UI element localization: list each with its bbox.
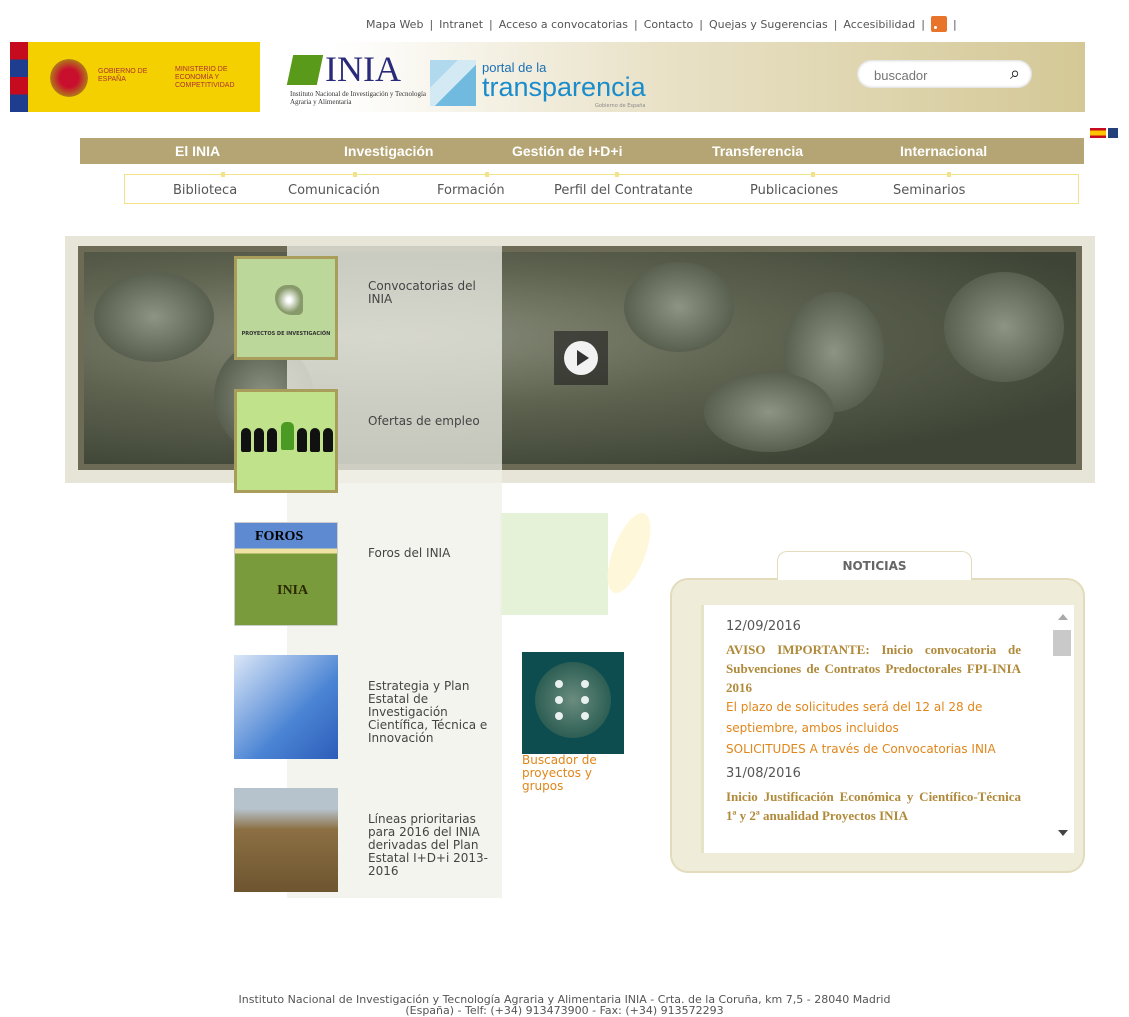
portal-gob-text: Gobierno de España xyxy=(595,103,646,109)
background-logo-watermark xyxy=(500,513,608,615)
inia-leaf-icon[interactable] xyxy=(286,55,324,85)
nav-investigacion[interactable]: Investigación xyxy=(344,138,433,164)
person-icon xyxy=(310,428,320,452)
subnav-perfil-contratante[interactable]: Perfil del Contratante xyxy=(554,183,693,198)
convocatorias-thumbnail[interactable]: PROYECTOS DE INVESTIGACIÓN xyxy=(234,256,338,360)
inia-caption: INIA xyxy=(277,583,309,598)
lineas-thumbnail[interactable] xyxy=(234,788,338,892)
news-body-link[interactable]: SOLICITUDES A través de Convocatorias IN… xyxy=(726,739,1026,760)
coat-of-arms-icon xyxy=(48,55,90,101)
play-button[interactable] xyxy=(554,331,608,385)
tile-convocatorias-link[interactable]: Convocatorias del INIA xyxy=(368,280,493,306)
spanish-flag-icon[interactable] xyxy=(1090,128,1106,138)
transparencia-logo-icon[interactable] xyxy=(430,60,476,106)
background-leaf-watermark xyxy=(599,513,659,593)
rss-icon[interactable] xyxy=(930,16,947,32)
subnav-biblioteca[interactable]: Biblioteca xyxy=(173,183,237,198)
subnav-seminarios[interactable]: Seminarios xyxy=(893,183,965,198)
link-quejas[interactable]: Quejas y Sugerencias xyxy=(703,18,834,31)
search-input[interactable] xyxy=(872,64,996,86)
eu-flag-icon xyxy=(10,42,28,112)
gobierno-text: GOBIERNO DE ESPAÑA xyxy=(98,68,148,83)
foros-caption: FOROS xyxy=(255,529,304,544)
sub-nav: Biblioteca Comunicación Formación Perfil… xyxy=(124,172,1079,204)
inia-title[interactable]: INIA xyxy=(325,48,401,90)
link-accesibilidad[interactable]: Accesibilidad xyxy=(837,18,921,31)
scroll-down-icon[interactable] xyxy=(1058,830,1068,836)
english-flag-icon[interactable] xyxy=(1108,128,1118,138)
top-links-bar: Mapa Web | Intranet | Acceso a convocatori… xyxy=(360,16,957,32)
portal-transparencia-link[interactable]: transparencia xyxy=(482,72,646,103)
link-contacto[interactable]: Contacto xyxy=(638,18,700,31)
buscador-proyectos-link[interactable]: Buscador de proyectos y grupos xyxy=(522,754,632,793)
nav-internacional[interactable]: Internacional xyxy=(900,138,987,164)
tile-lineas-link[interactable]: Líneas prioritarias para 2016 del INIA d… xyxy=(368,813,493,878)
play-icon xyxy=(564,341,598,375)
link-intranet[interactable]: Intranet xyxy=(433,18,489,31)
person-icon xyxy=(323,428,333,452)
news-date: 12/09/2016 xyxy=(726,619,801,634)
footer: Instituto Nacional de Investigación y Te… xyxy=(0,994,1129,1016)
tile-empleo-link[interactable]: Ofertas de empleo xyxy=(368,415,493,428)
main-nav: El INIA Investigación Gestión de I+D+i T… xyxy=(80,138,1084,164)
scrollbar-thumb[interactable] xyxy=(1053,630,1071,656)
nav-gestion[interactable]: Gestión de I+D+i xyxy=(512,138,622,164)
nav-transferencia[interactable]: Transferencia xyxy=(712,138,803,164)
news-list[interactable]: 12/09/2016 AVISO IMPORTANTE: Inicio conv… xyxy=(701,605,1074,853)
search-icon[interactable]: ⌕ xyxy=(1010,63,1030,85)
person-icon xyxy=(267,428,277,452)
tile-foros-link[interactable]: Foros del INIA xyxy=(368,547,493,560)
news-tab[interactable]: NOTICIAS xyxy=(777,551,972,580)
subnav-publicaciones[interactable]: Publicaciones xyxy=(750,183,838,198)
scroll-up-icon[interactable] xyxy=(1058,614,1068,620)
subnav-formacion[interactable]: Formación xyxy=(437,183,505,198)
link-acceso-convocatorias[interactable]: Acceso a convocatorias xyxy=(493,18,634,31)
news-title[interactable]: Inicio Justificación Económica y Científ… xyxy=(726,787,1021,825)
subnav-comunicacion[interactable]: Comunicación xyxy=(288,183,380,198)
news-body[interactable]: El plazo de solicitudes será del 12 al 2… xyxy=(726,697,1026,739)
petri-dish-icon xyxy=(535,662,611,738)
language-flags xyxy=(1090,128,1118,138)
proyectos-caption: PROYECTOS DE INVESTIGACIÓN xyxy=(241,331,331,337)
person-icon xyxy=(254,428,264,452)
news-date: 31/08/2016 xyxy=(726,766,801,781)
nav-el-inia[interactable]: El INIA xyxy=(175,138,220,164)
ministerio-text: MINISTERIO DE ECONOMÍA Y COMPETITIVIDAD xyxy=(175,66,235,89)
estrategia-thumbnail[interactable] xyxy=(234,655,338,759)
news-title[interactable]: AVISO IMPORTANTE: Inicio convocatoria de… xyxy=(726,640,1021,697)
leaf-icon xyxy=(275,285,303,315)
person-icon xyxy=(297,428,307,452)
person-icon xyxy=(241,428,251,452)
footer-contact: (España) - Telf: (+34) 913473900 - Fax: … xyxy=(405,1004,724,1017)
empleo-thumbnail[interactable] xyxy=(234,389,338,493)
person-highlighted-icon xyxy=(281,422,294,450)
link-mapa-web[interactable]: Mapa Web xyxy=(360,18,429,31)
tile-estrategia-link[interactable]: Estrategia y Plan Estatal de Investigaci… xyxy=(368,680,493,745)
inia-subtitle: Instituto Nacional de Investigación y Te… xyxy=(290,90,427,106)
foros-thumbnail[interactable]: FOROS INIA xyxy=(234,522,338,626)
